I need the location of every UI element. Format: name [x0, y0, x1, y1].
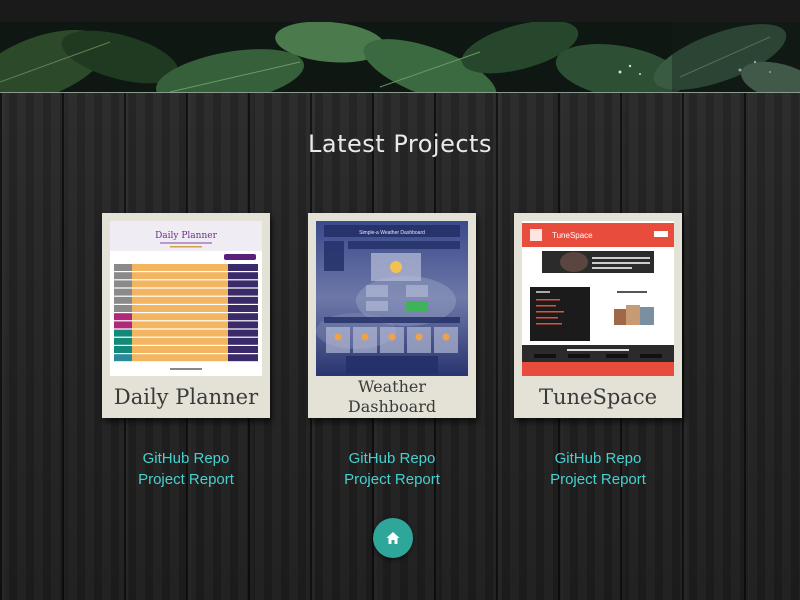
project-thumbnail: Simple-a Weather Dashboard: [316, 221, 468, 376]
leaf-banner-image: [0, 22, 800, 93]
project-caption-line-1: Weather: [358, 377, 426, 396]
project-report-link[interactable]: Project Report: [514, 469, 682, 490]
daily-planner-screenshot: Daily Planner: [110, 221, 262, 376]
project-thumbnail: TuneSpace: [522, 221, 674, 376]
project-caption: TuneSpace: [538, 385, 658, 409]
svg-text:Simple-a Weather Dashboard: Simple-a Weather Dashboard: [359, 230, 425, 236]
home-icon: [386, 532, 400, 544]
weather-dashboard-screenshot: Simple-a Weather Dashboard: [316, 221, 468, 376]
project-caption: Daily Planner: [113, 385, 259, 409]
github-repo-link[interactable]: GitHub Repo: [308, 448, 476, 469]
project-links-daily-planner: GitHub Repo Project Report: [102, 448, 270, 490]
project-caption: Weather Dashboard: [308, 376, 476, 418]
project-links-tunespace: GitHub Repo Project Report: [514, 448, 682, 490]
banner-bottom-edge: [0, 92, 800, 93]
project-card-tunespace[interactable]: TuneSpace TuneSpace: [514, 213, 682, 418]
github-repo-link[interactable]: GitHub Repo: [102, 448, 270, 469]
svg-text:Daily Planner: Daily Planner: [155, 231, 218, 241]
svg-text:TuneSpace: TuneSpace: [552, 231, 593, 240]
project-card-daily-planner[interactable]: Daily Planner Daily Planner: [102, 213, 270, 418]
github-repo-link[interactable]: GitHub Repo: [514, 448, 682, 469]
project-caption-line-2: Dashboard: [347, 397, 437, 416]
project-report-link[interactable]: Project Report: [102, 469, 270, 490]
section-title: Latest Projects: [308, 130, 492, 158]
project-links-weather-dashboard: GitHub Repo Project Report: [308, 448, 476, 490]
project-card-weather-dashboard[interactable]: Simple-a Weather Dashboard Weather Dashb…: [308, 213, 476, 418]
leaf-banner: [0, 0, 800, 93]
project-thumbnail: Daily Planner: [110, 221, 262, 376]
banner-top-strip: [0, 0, 800, 23]
project-report-link[interactable]: Project Report: [308, 469, 476, 490]
home-button[interactable]: [373, 518, 413, 558]
tunespace-screenshot: TuneSpace: [522, 221, 674, 376]
